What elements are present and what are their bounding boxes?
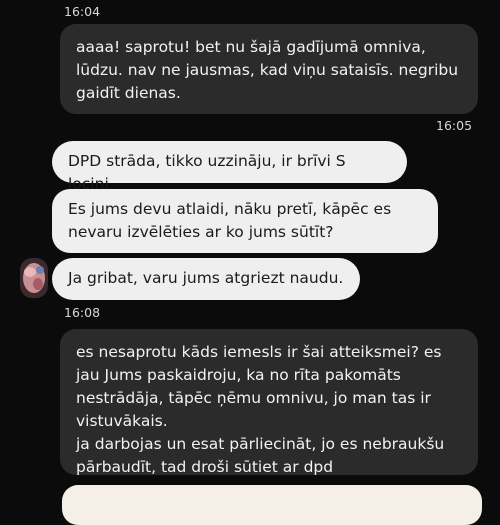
timestamp: 16:08 [64, 305, 101, 320]
next-message-preview[interactable] [62, 485, 482, 525]
incoming-message[interactable]: Es jums devu atlaidi, nāku pretī, kāpēc … [52, 189, 438, 253]
timestamp: 16:05 [436, 118, 473, 133]
incoming-message[interactable]: Ja gribat, varu jums atgriezt naudu. [52, 258, 360, 300]
outgoing-message[interactable]: aaaa! saprotu! bet nu šajā gadījumā omni… [60, 24, 478, 114]
incoming-message[interactable]: DPD strāda, tikko uzzināju, ir brīvi S l… [52, 141, 407, 193]
timestamp: 16:04 [64, 4, 101, 19]
avatar-image [20, 258, 48, 298]
outgoing-message[interactable]: es nesaprotu kāds iemesls ir šai atteiks… [60, 329, 478, 476]
contact-avatar[interactable] [20, 258, 48, 298]
